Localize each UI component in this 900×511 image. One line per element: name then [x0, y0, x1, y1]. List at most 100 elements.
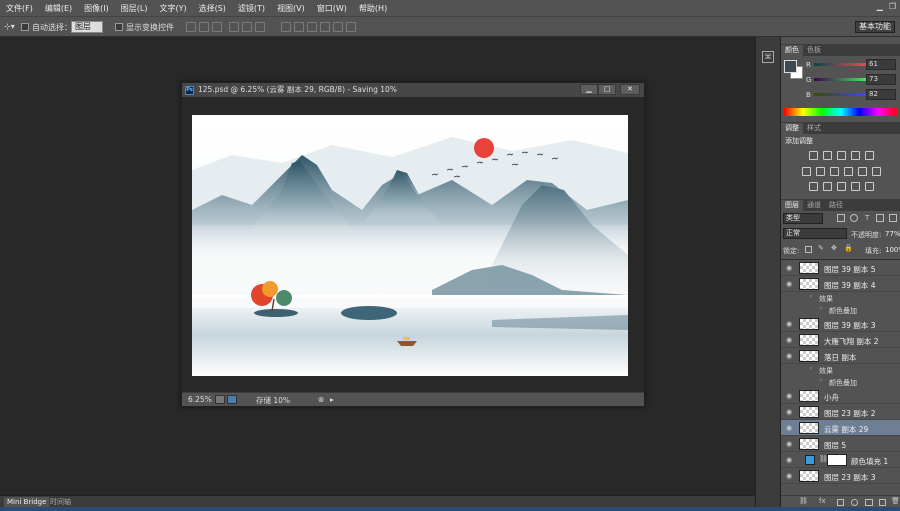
visibility-eye-icon[interactable]: ◉: [785, 440, 793, 448]
tab-paths[interactable]: 路径: [825, 200, 847, 211]
menu-help[interactable]: 帮助(H): [359, 3, 387, 14]
align-left-icon[interactable]: [229, 22, 239, 32]
move-tool-icon[interactable]: ⊹▾: [4, 22, 15, 31]
fill-value[interactable]: 100%: [885, 246, 900, 254]
color-spectrum-bar[interactable]: [784, 108, 897, 116]
delete-layer-icon[interactable]: 🗑: [891, 497, 900, 505]
layer-row[interactable]: ◉ 图层 39 副本 4: [781, 276, 900, 292]
new-group-icon[interactable]: [865, 499, 873, 506]
lock-position-icon[interactable]: ✥: [831, 244, 837, 252]
visibility-eye-icon[interactable]: ◉: [785, 280, 793, 288]
tab-swatches[interactable]: 色板: [803, 45, 825, 56]
invert-icon[interactable]: [809, 182, 818, 191]
filter-type-icon[interactable]: T: [865, 214, 869, 222]
doc-preview-icon[interactable]: [227, 395, 237, 404]
foreground-color-swatch-front[interactable]: [784, 60, 797, 73]
tab-timeline[interactable]: 时间轴: [50, 497, 71, 507]
menu-select[interactable]: 选择(S): [199, 3, 226, 14]
layer-row[interactable]: ◉ 大雁飞翔 副本 2: [781, 332, 900, 348]
filter-smart-icon[interactable]: [889, 214, 897, 222]
tab-channels[interactable]: 通道: [803, 200, 825, 211]
lock-all-icon[interactable]: 🔒: [844, 244, 853, 252]
effect-eye-icon[interactable]: ◦: [809, 365, 813, 373]
history-panel-icon[interactable]: ⌘: [762, 51, 774, 63]
workspace-switcher[interactable]: 基本功能: [855, 21, 895, 33]
new-layer-icon[interactable]: [879, 499, 886, 506]
color-lookup-icon[interactable]: [872, 167, 881, 176]
menu-type[interactable]: 文字(Y): [159, 3, 186, 14]
effect-eye-icon[interactable]: ◦: [819, 377, 823, 385]
tab-styles[interactable]: 样式: [803, 123, 825, 134]
g-slider[interactable]: [814, 78, 870, 81]
layer-row[interactable]: ◉ 图层 23 副本 2: [781, 404, 900, 420]
menu-image[interactable]: 图像(I): [84, 3, 109, 14]
vibrance-icon[interactable]: [865, 151, 874, 160]
threshold-icon[interactable]: [837, 182, 846, 191]
visibility-eye-icon[interactable]: ◉: [785, 336, 793, 344]
visibility-eye-icon[interactable]: ◉: [785, 472, 793, 480]
visibility-eye-icon[interactable]: ◉: [785, 264, 793, 272]
blend-mode-dropdown[interactable]: 正常: [783, 228, 847, 239]
new-adjustment-icon[interactable]: [851, 499, 858, 506]
layer-row[interactable]: ◉ 图层 39 副本 5: [781, 260, 900, 276]
menu-filter[interactable]: 滤镜(T): [238, 3, 265, 14]
layer-row[interactable]: ◉ ⛓ 颜色填充 1: [781, 452, 900, 468]
fill-color-swatch[interactable]: [805, 455, 815, 465]
tab-color[interactable]: 颜色: [781, 45, 803, 56]
filter-shape-icon[interactable]: [876, 214, 884, 222]
curves-icon[interactable]: [837, 151, 846, 160]
align-bottom-icon[interactable]: [212, 22, 222, 32]
r-value[interactable]: 61: [866, 59, 896, 70]
color-balance-icon[interactable]: [816, 167, 825, 176]
tab-adjustments[interactable]: 调整: [781, 123, 803, 134]
menu-layer[interactable]: 图层(L): [121, 3, 148, 14]
g-value[interactable]: 73: [866, 74, 896, 85]
distribute-bottom-icon[interactable]: [307, 22, 317, 32]
artwork-canvas[interactable]: [192, 115, 628, 376]
filter-pixel-icon[interactable]: [837, 214, 845, 222]
layer-row[interactable]: ◉ 小舟: [781, 388, 900, 404]
layer-row[interactable]: ◉ 图层 23 副本 3: [781, 468, 900, 484]
exposure-icon[interactable]: [851, 151, 860, 160]
menu-file[interactable]: 文件(F): [6, 3, 33, 14]
layer-row[interactable]: ◉ 云雾 副本 29: [781, 420, 900, 436]
distribute-right-icon[interactable]: [346, 22, 356, 32]
posterize-icon[interactable]: [823, 182, 832, 191]
effect-eye-icon[interactable]: ◦: [819, 305, 823, 313]
visibility-eye-icon[interactable]: ◉: [785, 456, 793, 464]
lock-transparent-icon[interactable]: [805, 246, 812, 253]
visibility-eye-icon[interactable]: ◉: [785, 424, 793, 432]
minimize-icon[interactable]: ▁: [877, 2, 883, 11]
layer-effect-item[interactable]: ◦ 颜色叠加: [781, 304, 900, 316]
visibility-eye-icon[interactable]: ◉: [785, 320, 793, 328]
b-slider[interactable]: [814, 93, 870, 96]
auto-select-dropdown[interactable]: 图层: [71, 21, 103, 33]
doc-info-icon[interactable]: [215, 395, 225, 404]
distribute-vcenter-icon[interactable]: [294, 22, 304, 32]
visibility-eye-icon[interactable]: ◉: [785, 392, 793, 400]
photo-filter-icon[interactable]: [844, 167, 853, 176]
r-slider[interactable]: [814, 63, 870, 66]
document-title-bar[interactable]: 125.psd @ 6.25% (云雾 副本 29, RGB/8) - Savi…: [182, 83, 644, 97]
brightness-icon[interactable]: [809, 151, 818, 160]
hue-saturation-icon[interactable]: [802, 167, 811, 176]
align-vcenter-icon[interactable]: [199, 22, 209, 32]
show-transform-checkbox[interactable]: [115, 23, 123, 31]
layer-row[interactable]: ◉ 图层 5: [781, 436, 900, 452]
layer-effects-row[interactable]: ◦ 效果: [781, 364, 900, 376]
menu-edit[interactable]: 编辑(E): [45, 3, 72, 14]
align-right-icon[interactable]: [255, 22, 265, 32]
layer-filter-kind[interactable]: 类型: [783, 213, 823, 224]
tab-layers[interactable]: 图层: [781, 200, 803, 211]
distribute-hcenter-icon[interactable]: [333, 22, 343, 32]
doc-minimize-button[interactable]: ▁: [580, 84, 598, 95]
layer-row[interactable]: ◉ 图层 39 副本 3: [781, 316, 900, 332]
zoom-level[interactable]: 6.25%: [188, 395, 212, 404]
visibility-eye-icon[interactable]: ◉: [785, 352, 793, 360]
align-hcenter-icon[interactable]: [242, 22, 252, 32]
filter-adjust-icon[interactable]: [850, 214, 858, 222]
opacity-value[interactable]: 77%: [885, 230, 900, 238]
restore-icon[interactable]: ❐: [889, 2, 896, 11]
distribute-top-icon[interactable]: [281, 22, 291, 32]
fx-icon[interactable]: fx: [819, 497, 826, 505]
